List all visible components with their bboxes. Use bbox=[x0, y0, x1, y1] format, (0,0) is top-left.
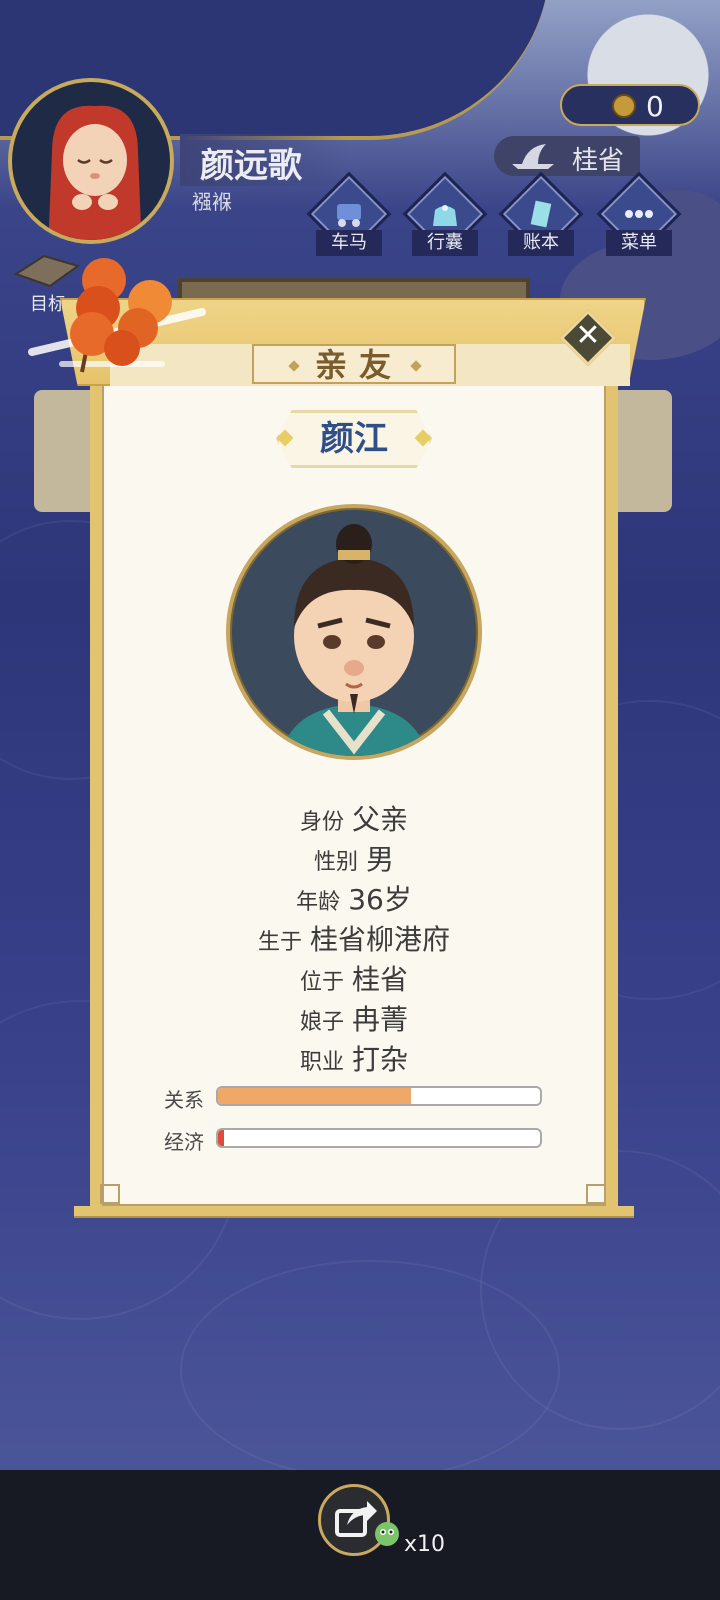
info-value: 冉菁 bbox=[352, 1003, 409, 1036]
location-tag[interactable]: 桂省 bbox=[494, 136, 640, 176]
father-portrait-icon bbox=[280, 524, 428, 756]
person-name: 颜江 bbox=[320, 419, 388, 459]
info-value: 36岁 bbox=[348, 883, 412, 916]
location-name: 桂省 bbox=[572, 146, 625, 176]
player-name: 颜远歌 bbox=[200, 146, 302, 186]
nav-menu-label: 菜单 bbox=[606, 230, 672, 256]
bag-icon bbox=[433, 205, 457, 226]
bookworm-icon bbox=[375, 1522, 399, 1546]
info-row-location: 位于 桂省 bbox=[100, 958, 608, 998]
candied-haws-icon bbox=[28, 258, 206, 373]
info-value: 桂省柳港府 bbox=[310, 923, 451, 956]
economy-bar bbox=[216, 1128, 542, 1148]
corner-ornament-left bbox=[100, 1184, 120, 1204]
info-value: 父亲 bbox=[352, 803, 409, 836]
nav-menu-button[interactable]: 菜单 bbox=[596, 171, 682, 264]
info-key: 性别 bbox=[313, 850, 358, 875]
ledger-icon bbox=[530, 200, 552, 228]
dialog-scroll-rod bbox=[74, 1206, 634, 1218]
close-icon[interactable]: ✕ bbox=[568, 316, 608, 356]
relationship-bar-fill bbox=[218, 1088, 412, 1104]
info-key: 职业 bbox=[299, 1050, 344, 1075]
info-row-birthplace: 生于 桂省柳港府 bbox=[100, 918, 608, 958]
share-count: x10 bbox=[404, 1532, 446, 1557]
ship-icon bbox=[512, 144, 554, 169]
info-value: 桂省 bbox=[352, 963, 409, 996]
info-value: 打杂 bbox=[352, 1043, 409, 1076]
dialog-title-box: 亲友 bbox=[252, 344, 456, 384]
carriage-icon bbox=[337, 204, 361, 227]
baby-avatar-icon bbox=[48, 105, 142, 240]
person-portrait bbox=[226, 504, 482, 760]
info-key: 生于 bbox=[257, 930, 302, 955]
info-key: 身份 bbox=[299, 810, 344, 835]
coin-counter[interactable]: 0 bbox=[560, 84, 700, 126]
player-avatar[interactable] bbox=[8, 78, 174, 244]
dialog-title: 亲友 bbox=[314, 346, 403, 384]
info-row-spouse: 娘子 冉菁 bbox=[100, 998, 608, 1038]
info-value: 男 bbox=[366, 843, 395, 876]
economy-label: 经济 bbox=[164, 1130, 204, 1154]
background-card-right bbox=[610, 390, 672, 512]
nav-bag-button[interactable]: 行囊 bbox=[402, 171, 488, 264]
relationship-label: 关系 bbox=[164, 1088, 204, 1112]
coin-icon bbox=[612, 94, 636, 118]
info-key: 年龄 bbox=[296, 890, 341, 915]
nav-carriage-label: 车马 bbox=[316, 230, 382, 256]
economy-bar-fill bbox=[218, 1130, 225, 1146]
nav-bag-label: 行囊 bbox=[412, 230, 478, 256]
info-row-occupation: 职业 打杂 bbox=[100, 1038, 608, 1078]
coin-value: 0 bbox=[646, 90, 664, 123]
nav-ledger-label: 账本 bbox=[508, 230, 574, 256]
info-key: 位于 bbox=[299, 970, 344, 995]
info-row-age: 年龄 36岁 bbox=[100, 878, 608, 918]
info-key: 娘子 bbox=[299, 1010, 344, 1035]
corner-ornament-right bbox=[586, 1184, 606, 1204]
relationship-bar bbox=[216, 1086, 542, 1106]
info-row-gender: 性别男 bbox=[100, 838, 608, 878]
nav-carriage-button[interactable]: 车马 bbox=[306, 171, 392, 264]
menu-icon bbox=[625, 210, 653, 218]
player-stage: 襁褓 bbox=[192, 190, 232, 214]
info-row-identity: 身份 父亲 bbox=[100, 798, 608, 838]
nav-ledger-button[interactable]: 账本 bbox=[498, 171, 584, 264]
